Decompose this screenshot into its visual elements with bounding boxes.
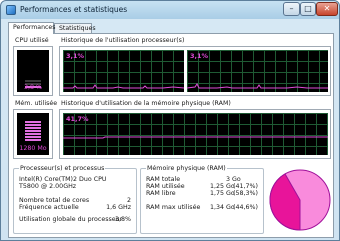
mem-history-graph: 41,7%: [63, 113, 328, 155]
ram-pie-chart: [269, 169, 331, 231]
ram-max-row: RAM max utilisée 1,34 Go (44,6%): [146, 204, 258, 212]
meter-bar: [25, 130, 41, 132]
ram-used-value: 1,25 Go: [210, 183, 235, 190]
freq-value: 1,6 GHz: [106, 204, 131, 211]
meter-bar: [25, 133, 41, 135]
memory-title: Mémoire physique (RAM): [146, 165, 227, 172]
mem-value: 1280 Mo: [19, 145, 47, 152]
close-button[interactable]: ✕: [316, 2, 338, 16]
ram-max-pct: (44,6%): [233, 204, 258, 211]
usage-row: Utilisation globale du processeur 3,8%: [19, 216, 131, 224]
meter-bar: [25, 80, 41, 82]
app-icon: [6, 5, 16, 15]
minimize-button[interactable]: –: [283, 2, 300, 16]
window-title: Performances et statistiques: [20, 5, 128, 14]
cpu-meter-frame: 3,8 %: [13, 46, 53, 96]
tab-performances[interactable]: Performances: [8, 22, 55, 34]
usage-value: 3,8%: [115, 216, 131, 223]
meter-bar: [25, 127, 41, 129]
ram-max-value: 1,34 Go: [210, 204, 235, 211]
meter-bar: [25, 121, 41, 123]
mem-history-label: Historique d'utilisation de la mémoire p…: [61, 100, 231, 107]
cpu-model: Intel(R) Core(TM)2 Duo CPU: [19, 176, 107, 183]
ram-used-label: RAM utilisée: [146, 183, 185, 190]
ram-used-pct: (41,7%): [233, 183, 258, 190]
mem-label: Mém. utilisée: [15, 100, 58, 107]
cpu-history-label: Historique de l'utilisation processeur(s…: [61, 37, 185, 44]
ram-free-pct: (58,3%): [233, 190, 258, 197]
cpu-value: 3,8 %: [24, 84, 42, 91]
maximize-button[interactable]: □: [300, 2, 316, 16]
meter-bar: [25, 139, 41, 141]
ram-total-label: RAM totale: [146, 176, 181, 183]
cpu-model-row-2: T5800 @ 2.00GHz: [19, 183, 131, 191]
cpu-model-line2: T5800 @ 2.00GHz: [19, 183, 77, 190]
usage-label: Utilisation globale du processeur: [19, 216, 123, 223]
ram-total-value: 3 Go: [226, 176, 241, 183]
mem-meter-frame: 1280 Mo: [13, 109, 53, 159]
ram-free-value: 1,75 Go: [210, 190, 235, 197]
cpu-core2-line: [186, 83, 328, 89]
cpu-meter: 3,8 %: [17, 50, 49, 92]
cores-label: Nombre total de cores: [19, 197, 90, 204]
cpu-core2-graph: 3,1%: [186, 50, 328, 92]
meter-bar: [25, 124, 41, 126]
ram-max-label: RAM max utilisée: [146, 204, 201, 211]
title-bar[interactable]: Performances et statistiques – □ ✕: [1, 1, 339, 19]
cores-value: 2: [126, 197, 131, 204]
processor-title: Processeur(s) et processus: [19, 165, 106, 172]
cpu-label: CPU utilisé: [15, 37, 49, 44]
ram-free-label: RAM libre: [146, 190, 176, 197]
memory-section: Mémoire physique (RAM) RAM totale 3 Go R…: [140, 165, 264, 234]
mem-meter-bars: [25, 121, 41, 142]
mem-history-frame: 41,7%: [59, 109, 331, 159]
cpu-core1-graph: 3,1%: [63, 50, 185, 92]
cpu-core1-line: [63, 84, 185, 89]
cpu-history-frame: 3,1% 3,1%: [59, 46, 331, 96]
meter-bar: [25, 136, 41, 138]
freq-row: Fréquence actuelle 1,6 GHz: [19, 204, 131, 212]
app-window: Performances et statistiques – □ ✕ Perfo…: [0, 0, 340, 241]
performance-panel: CPU utilisé 3,8 % Historique de l'utilis…: [8, 33, 334, 238]
processor-section: Processeur(s) et processus Intel(R) Core…: [13, 165, 137, 234]
mem-history-line: [63, 136, 328, 139]
ram-free-row: RAM libre 1,75 Go (58,3%): [146, 190, 258, 198]
freq-label: Fréquence actuelle: [19, 204, 79, 211]
mem-meter: 1280 Mo: [17, 113, 49, 155]
